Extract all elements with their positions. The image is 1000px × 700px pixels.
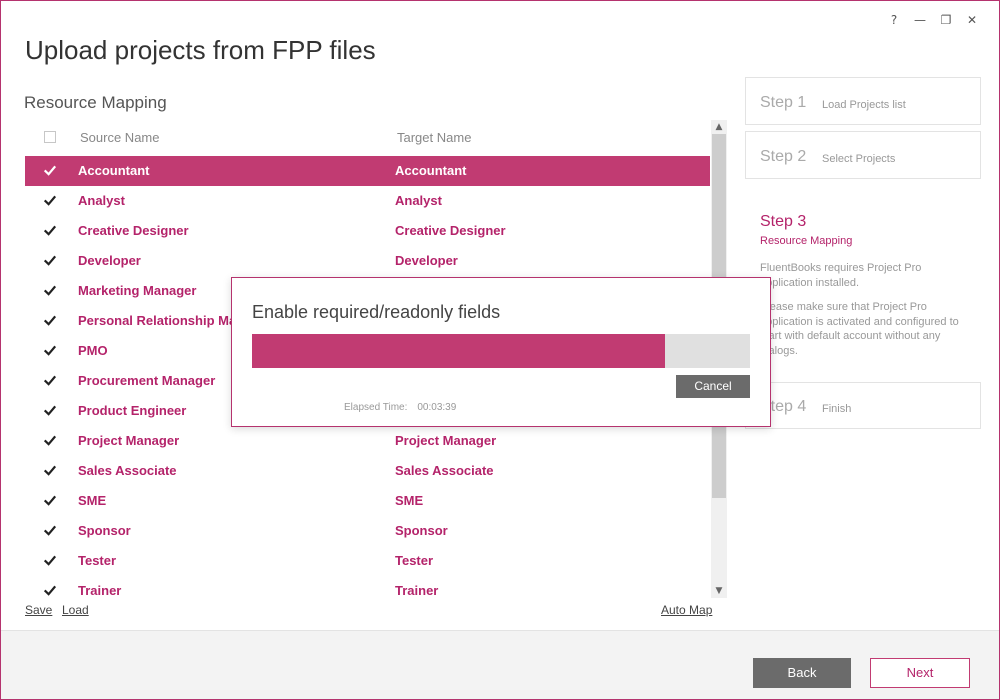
table-row[interactable]: Creative Designer Creative Designer [25,216,710,246]
table-row[interactable]: SME SME [25,486,710,516]
row-checkbox[interactable] [44,255,56,267]
table-row[interactable]: Sales Associate Sales Associate [25,456,710,486]
step-2-label: Select Projects [822,153,896,165]
row-checkbox[interactable] [44,585,56,597]
help-icon[interactable]: ? [885,11,903,29]
scroll-down-icon[interactable]: ▼ [711,584,727,598]
source-name-cell: Creative Designer [78,223,189,238]
step-1-number: Step 1 [760,94,807,111]
table-row[interactable]: Accountant Accountant [25,156,710,186]
table-row[interactable]: Analyst Analyst [25,186,710,216]
step-3-desc-1: FluentBooks requires Project Pro applica… [760,262,922,289]
target-name-cell[interactable]: Developer [395,253,458,268]
row-checkbox[interactable] [44,555,56,567]
restore-icon[interactable]: ❐ [937,11,955,29]
target-name-cell[interactable]: Sponsor [395,523,448,538]
target-name-cell[interactable]: SME [395,493,423,508]
source-name-cell: Sales Associate [78,463,177,478]
dialog-title: Enable required/readonly fields [252,302,501,322]
step-4-label: Finish [822,403,852,415]
row-checkbox[interactable] [44,315,56,327]
source-name-cell: SME [78,493,107,508]
step-2-panel: Step 2 Select Projects [745,131,981,179]
row-checkbox[interactable] [44,435,56,447]
progress-bar [252,334,750,368]
save-link[interactable]: Save [25,603,52,617]
source-name-cell: Sponsor [78,523,131,538]
row-checkbox[interactable] [44,195,56,207]
elapsed-time-value: 00:03:39 [417,402,457,413]
load-link-wrap: Load [62,603,89,617]
source-name-header: Source Name [80,130,160,145]
row-checkbox[interactable] [44,375,56,387]
step-1-panel: Step 1 Load Projects list [745,77,981,125]
back-button[interactable]: Back [753,658,851,688]
table-row[interactable]: Developer Developer [25,246,710,276]
step-3-label: Resource Mapping [760,235,853,247]
row-checkbox[interactable] [44,525,56,537]
step-4-panel: Step 4 Finish [745,382,981,429]
target-name-cell[interactable]: Analyst [395,193,442,208]
source-name-cell: Trainer [78,583,122,598]
grid-header: Source Name Target Name [25,120,710,154]
table-row[interactable]: Trainer Trainer [25,576,710,598]
step-2-number: Step 2 [760,148,807,165]
row-checkbox[interactable] [44,285,56,297]
target-name-cell[interactable]: Tester [395,553,433,568]
elapsed-time-label: Elapsed Time: [344,402,408,413]
select-all-checkbox[interactable] [44,131,56,143]
step-3-panel: Step 3 Resource Mapping FluentBooks requ… [760,213,970,368]
source-name-cell: Personal Relationship Ma [78,313,237,328]
auto-map-link[interactable]: Auto Map [661,603,712,617]
section-title: Resource Mapping [24,93,167,112]
step-3-desc-2: Please make sure that Project Pro applic… [760,301,959,357]
source-name-cell: Project Manager [78,433,180,448]
table-row[interactable]: Project Manager Project Manager [25,426,710,456]
minimize-icon[interactable]: — [911,11,929,29]
step-1-label: Load Projects list [822,99,906,111]
row-checkbox[interactable] [44,225,56,237]
source-name-cell: Analyst [78,193,125,208]
target-name-cell[interactable]: Trainer [395,583,438,598]
auto-map-link-wrap: Auto Map [661,603,712,617]
table-row[interactable]: Sponsor Sponsor [25,516,710,546]
target-name-cell[interactable]: Project Manager [395,433,496,448]
elapsed-time: Elapsed Time: 00:03:39 [344,402,456,413]
main-window: ? — ❐ ✕ Upload projects from FPP files R… [0,0,1000,700]
source-name-cell: PMO [78,343,108,358]
window-controls: ? — ❐ ✕ [885,11,981,29]
row-checkbox[interactable] [44,465,56,477]
target-name-cell[interactable]: Creative Designer [395,223,506,238]
target-name-cell[interactable]: Accountant [395,163,467,178]
target-name-cell[interactable]: Sales Associate [395,463,494,478]
source-name-cell: Accountant [78,163,150,178]
close-icon[interactable]: ✕ [963,11,981,29]
load-link[interactable]: Load [62,603,89,617]
source-name-cell: Developer [78,253,141,268]
save-link-wrap: Save [25,603,52,617]
step-3-description: FluentBooks requires Project Pro applica… [760,261,970,358]
row-checkbox[interactable] [44,405,56,417]
source-name-cell: Tester [78,553,117,568]
row-checkbox[interactable] [44,495,56,507]
row-checkbox[interactable] [44,345,56,357]
progress-dialog: Enable required/readonly fields Cancel E… [231,277,771,427]
table-row[interactable]: Tester Tester [25,546,710,576]
page-title: Upload projects from FPP files [25,35,376,65]
source-name-cell: Product Engineer [78,403,187,418]
source-name-cell: Procurement Manager [78,373,216,388]
row-checkbox[interactable] [44,165,56,177]
scroll-up-icon[interactable]: ▲ [711,120,727,134]
step-3-number: Step 3 [760,213,807,230]
progress-bar-fill [252,334,666,368]
target-name-header: Target Name [397,130,472,145]
next-button[interactable]: Next [870,658,970,688]
source-name-cell: Marketing Manager [78,283,197,298]
cancel-button[interactable]: Cancel [676,375,750,398]
